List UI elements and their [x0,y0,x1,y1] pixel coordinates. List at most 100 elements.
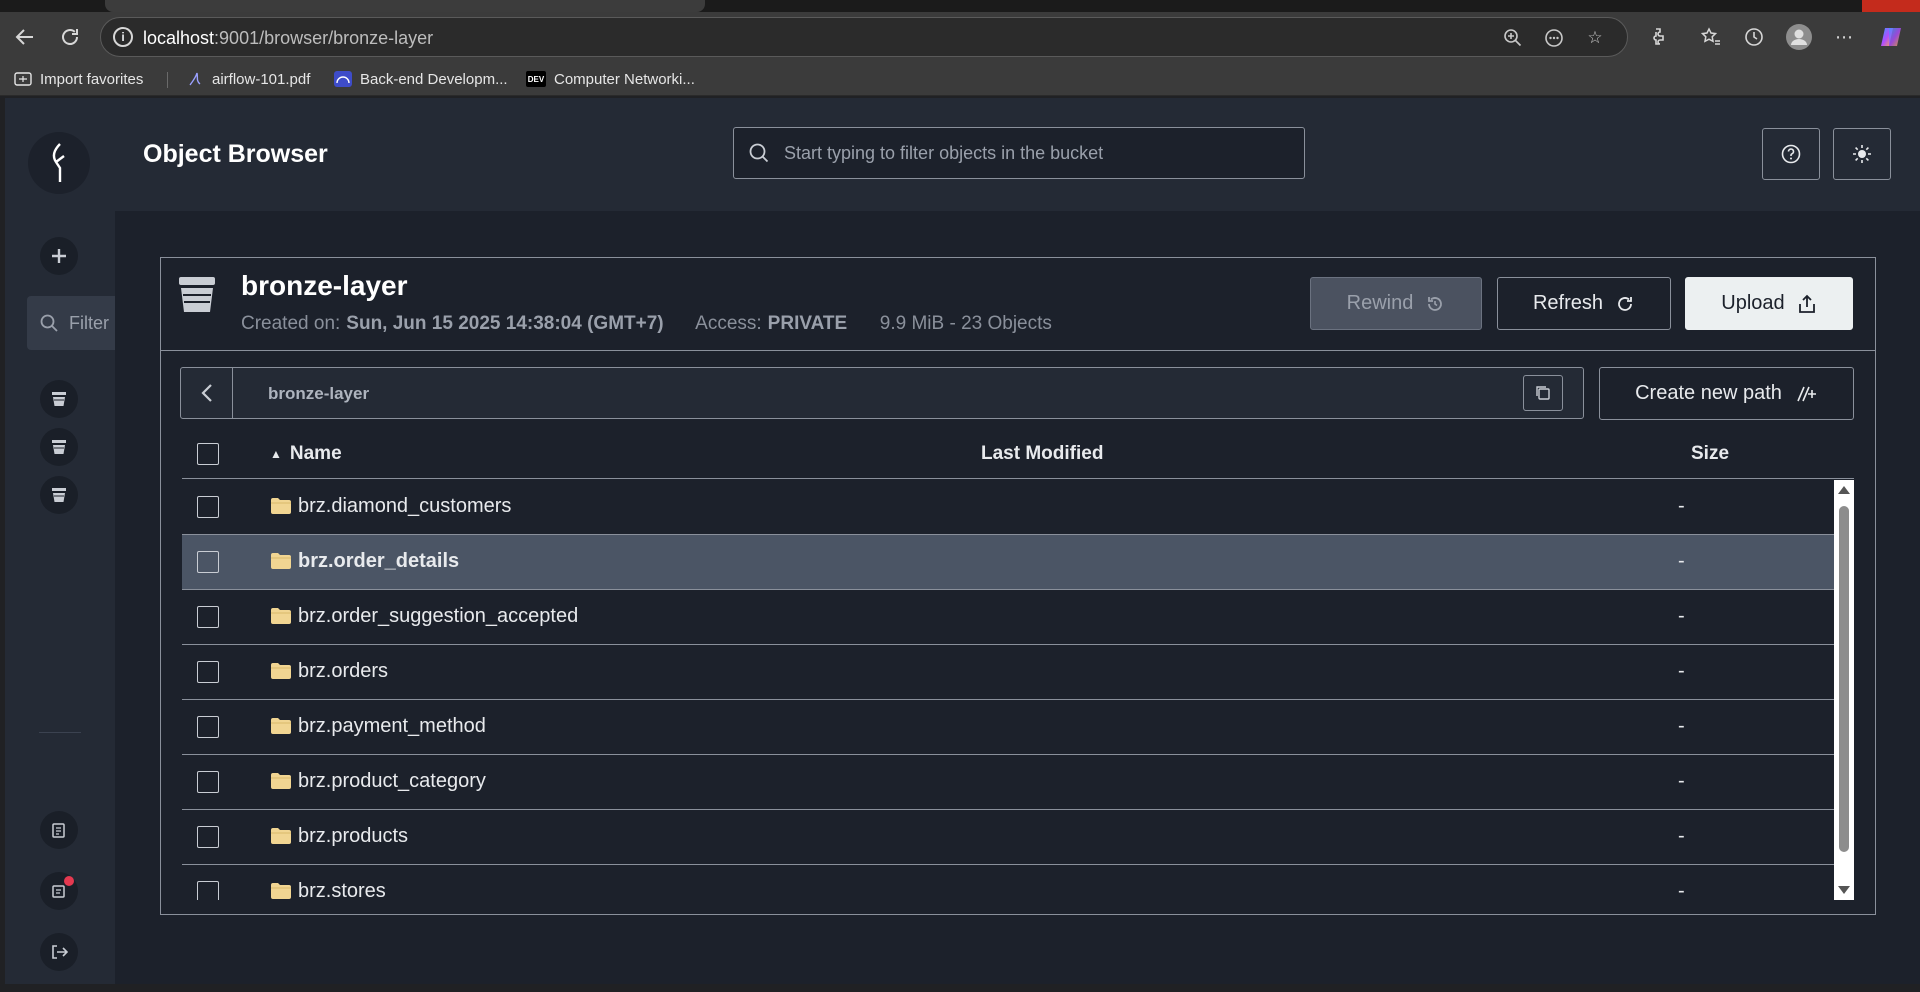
active-tab[interactable] [105,0,705,12]
url-text[interactable]: localhost:9001/browser/bronze-layer [143,28,433,49]
row-checkbox[interactable] [197,661,219,683]
select-all-checkbox[interactable] [197,443,219,465]
help-icon [1781,144,1801,164]
table-row[interactable]: brz.stores - [182,865,1834,900]
table-row[interactable]: brz.product_category - [182,755,1834,810]
row-checkbox[interactable] [197,551,219,573]
create-bucket-button[interactable] [40,237,78,275]
pdf-icon [186,71,204,87]
table-row[interactable]: brz.order_suggestion_accepted - [182,590,1834,645]
object-name: brz.order_details [298,550,460,572]
rewind-button[interactable]: Rewind [1310,277,1482,330]
reload-icon[interactable] [57,24,83,50]
bucket-meta: Created on: Sun, Jun 15 2025 14:38:04 (GM… [241,313,1052,334]
copy-icon [1536,386,1550,400]
history-icon[interactable] [1741,24,1767,50]
column-name[interactable]: ▲ Name [270,443,342,465]
minio-logo-icon[interactable] [28,132,90,194]
table-scrollbar[interactable] [1834,480,1854,900]
scroll-down-arrow-icon[interactable] [1838,886,1850,894]
object-size: - [1678,825,1685,847]
object-name: brz.diamond_customers [298,495,512,517]
folder-icon [271,498,291,514]
access-value: PRIVATE [767,313,848,334]
logout-button[interactable] [40,933,78,971]
notifications-button[interactable] [40,872,78,910]
rewind-icon [1428,296,1443,311]
object-size: - [1678,605,1685,627]
search-icon [749,143,769,163]
sidebar-bucket-1[interactable] [40,380,78,418]
refresh-button[interactable]: Refresh [1497,277,1671,330]
table-row[interactable]: brz.orders - [182,645,1834,700]
documentation-button[interactable] [40,811,78,849]
table-row[interactable]: brz.diamond_customers - [182,480,1834,535]
created-date: Sun, Jun 15 2025 14:38:04 (GMT+7) [346,313,664,334]
sidebar-bucket-2[interactable] [40,428,78,466]
read-aloud-icon[interactable] [1542,26,1566,50]
folder-icon [271,663,291,679]
more-options-icon[interactable]: ⋯ [1831,24,1857,50]
profile-avatar-icon[interactable] [1786,24,1812,50]
object-name: brz.order_suggestion_accepted [298,605,579,627]
bookmarks-bar: Import favorites airflow-101.pdf Back-en… [0,62,1920,96]
row-checkbox[interactable] [197,771,219,793]
browser-toolbar: i localhost:9001/browser/bronze-layer ☆ … [0,12,1920,62]
refresh-icon [1618,296,1632,311]
object-size: - [1678,770,1685,792]
bookmark-computer-networking[interactable]: DEV Computer Networki... [526,68,695,90]
table-row[interactable]: brz.order_details - [182,535,1834,590]
object-name: brz.product_category [298,770,486,792]
back-icon[interactable] [12,24,38,50]
row-checkbox[interactable] [197,826,219,848]
table-row[interactable]: brz.products - [182,810,1834,865]
site-info-icon[interactable]: i [113,27,133,47]
path-back-button[interactable] [181,368,233,418]
search-icon [40,314,58,332]
upload-button[interactable]: Upload [1685,277,1853,330]
table-header: ▲ Name Last Modified Size [182,429,1854,479]
copy-path-button[interactable] [1523,375,1563,411]
column-size[interactable]: Size [1691,443,1729,465]
upload-icon [1798,294,1815,313]
favorites-icon[interactable] [1698,24,1724,50]
chevron-left-icon [200,384,212,402]
help-button[interactable] [1762,128,1820,180]
bookmark-import-favorites[interactable]: Import favorites [14,68,143,90]
bookmark-airflow-pdf[interactable]: airflow-101.pdf [186,68,310,90]
folder-icon [271,608,291,624]
breadcrumb[interactable]: bronze-layer [268,384,369,404]
search-input[interactable] [784,142,1264,164]
copilot-icon[interactable] [1878,24,1904,50]
column-last-modified[interactable]: Last Modified [981,443,1103,465]
folder-icon [271,773,291,789]
bookmark-backend-development[interactable]: Back-end Developm... [334,68,508,90]
panel-divider [161,350,1875,351]
sort-asc-icon: ▲ [270,446,282,461]
row-checkbox[interactable] [197,716,219,738]
scroll-up-arrow-icon[interactable] [1838,486,1850,494]
row-checkbox[interactable] [197,496,219,518]
site-icon [334,71,352,87]
window-close-area[interactable] [1862,0,1920,12]
bucket-icon [52,440,66,454]
table-row[interactable]: brz.payment_method - [182,700,1834,755]
scroll-thumb[interactable] [1839,506,1849,852]
zoom-icon[interactable] [1501,26,1525,50]
theme-toggle-button[interactable] [1833,128,1891,180]
folder-icon [14,71,32,87]
bucket-panel: bronze-layer Created on: Sun, Jun 15 2025… [160,257,1876,915]
extensions-icon[interactable] [1646,24,1672,50]
favorite-star-icon[interactable]: ☆ [1583,26,1607,50]
object-search[interactable] [733,127,1305,179]
new-path-icon [1797,386,1816,401]
create-new-path-button[interactable]: Create new path [1599,367,1854,420]
sidebar-filter-input[interactable]: Filter [27,296,115,350]
address-bar[interactable]: i localhost:9001/browser/bronze-layer ☆ [100,17,1628,57]
object-name: brz.payment_method [298,715,486,737]
folder-icon [271,828,291,844]
sidebar-bucket-3[interactable] [40,476,78,514]
bookmarks-separator [167,72,168,88]
row-checkbox[interactable] [197,606,219,628]
row-checkbox[interactable] [197,881,219,900]
